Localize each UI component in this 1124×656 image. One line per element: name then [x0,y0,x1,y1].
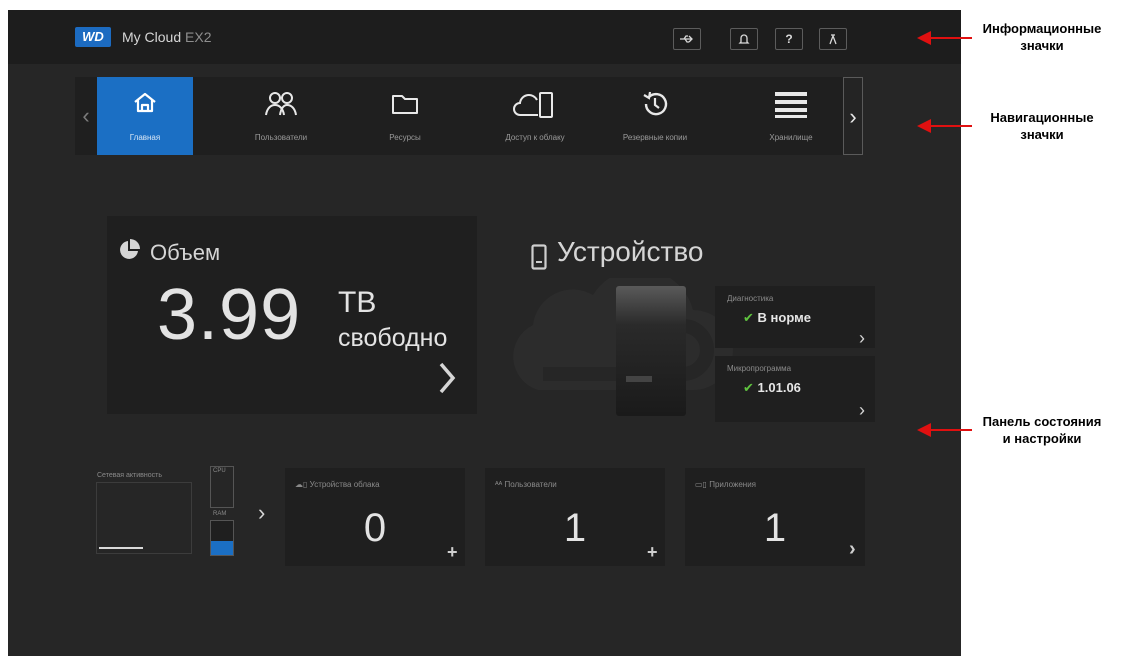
storage-icon [743,89,839,121]
dashboard: WD My Cloud EX2 ? ‹ Главная Пользователи… [8,10,961,656]
capacity-free-label: свободно [338,324,448,352]
diagnostics-chevron-icon[interactable]: › [859,328,865,349]
device-title: Устройство [557,236,704,267]
firmware-card[interactable]: Микропрограмма ✔ 1.01.06 › [715,356,875,422]
tile-users-label: Пользователи [504,480,557,489]
annotation-info-icons: Информационные значки [967,20,1117,54]
nav-label-home: Главная [129,133,161,142]
nav-item-backups[interactable]: Резервные копии [607,77,703,155]
capacity-panel[interactable]: Объем 3.99 TB свободно [107,216,477,414]
tile-users[interactable]: ᴬᴬ Пользователи 1 + [485,468,665,566]
firmware-label: Микропрограмма [727,364,792,373]
usb-icon[interactable] [673,28,701,50]
apps-small-icon: ▭▯ [695,480,707,489]
tile-users-value: 1 [563,506,587,550]
firmware-status: ✔ 1.01.06 [743,380,801,396]
nav-prev-button[interactable]: ‹ [75,77,97,155]
nav-label-backups: Резервные копии [622,133,688,142]
firmware-value: 1.01.06 [757,380,801,395]
tile-apps-label: Приложения [709,480,757,489]
user-account-icon[interactable] [819,28,847,50]
apps-chevron-icon[interactable]: › [849,538,856,561]
nav-label-storage: Хранилище [769,133,813,142]
nav-item-users[interactable]: Пользователи [233,77,329,155]
annotation-info-line1: Информационные [982,21,1102,36]
ram-label: RAM [213,511,227,517]
activity-panel[interactable]: Сетевая активность CPU RAM › [92,462,276,564]
activity-chevron-icon[interactable]: › [258,500,265,526]
users-icon [233,89,329,121]
ok-check-icon: ✔ [743,380,754,395]
diagnostics-card[interactable]: Диагностика ✔ В норме › [715,286,875,348]
tile-users-header: ᴬᴬ Пользователи [495,480,655,489]
capacity-title: Объем [150,240,221,265]
device-icon [531,244,547,275]
cloud-device-small-icon: ☁▯ [295,480,308,489]
nav-label-users: Пользователи [254,133,308,142]
folder-icon [357,89,453,121]
annotation-nav-line2: значки [1020,127,1064,142]
annotation-nav-line1: Навигационные [990,110,1094,125]
tile-apps-value: 1 [763,506,787,550]
add-cloud-device-button[interactable]: + [447,542,458,563]
ram-level-bar [211,541,233,555]
app-title: My Cloud EX2 [122,29,212,45]
arrow-status-line [928,429,972,431]
annotation-status-line2: и настройки [1002,431,1082,446]
arrow-info-line [928,37,972,39]
nav-next-button[interactable]: › [843,77,863,155]
capacity-unit: TB [338,286,377,319]
diagnostics-value: В норме [757,310,811,325]
capacity-more-chevron-icon[interactable] [437,361,457,400]
nav-item-storage[interactable]: Хранилище [743,77,839,155]
users-small-icon: ᴬᴬ [495,480,503,489]
annotation-status-line1: Панель состояния [982,414,1102,429]
nav-item-cloud-access[interactable]: Доступ к облаку [487,77,583,155]
activity-label: Сетевая активность [97,472,162,479]
device-panel: Устройство Диагностика ✔ В норме › Микро… [493,216,878,428]
annotation-nav-icons: Навигационные значки [967,109,1117,143]
history-icon [607,89,703,121]
app-title-suffix: EX2 [185,29,212,45]
annotation-status-panel: Панель состояния и настройки [967,413,1117,447]
ok-check-icon: ✔ [743,310,754,325]
firmware-chevron-icon[interactable]: › [859,400,865,421]
nav-item-home[interactable]: Главная [97,77,193,155]
app-title-main: My Cloud [122,29,182,45]
help-icon[interactable]: ? [775,28,803,50]
tile-cloud-devices-label: Устройства облака [309,480,380,489]
pie-chart-icon [119,238,141,265]
wd-logo[interactable]: WD [75,27,111,47]
annotation-info-line2: значки [1020,38,1064,53]
top-bar: WD My Cloud EX2 ? [8,10,961,64]
ram-meter: RAM [210,511,234,556]
bell-icon[interactable] [730,28,758,50]
device-led-panel [626,376,652,382]
tile-cloud-devices[interactable]: ☁▯ Устройства облака 0 + [285,468,465,566]
tile-apps[interactable]: ▭▯ Приложения 1 › [685,468,865,566]
home-icon [97,89,193,121]
nav-bar: ‹ Главная Пользователи Ресурсы Доступ к … [75,77,863,155]
nas-device-image [616,286,686,416]
add-user-button[interactable]: + [647,542,658,563]
diagnostics-status: ✔ В норме [743,310,811,326]
activity-graph [96,482,192,554]
diagnostics-label: Диагностика [727,294,774,303]
cpu-label: CPU [213,468,226,474]
cloud-device-icon [487,89,583,121]
tile-cloud-devices-value: 0 [363,506,387,550]
activity-line [99,547,143,549]
arrow-nav-line [928,125,972,127]
nav-label-cloud-access: Доступ к облаку [505,133,565,142]
nav-label-shares: Ресурсы [389,133,421,142]
cpu-meter: CPU [210,466,234,508]
capacity-value: 3.99 [157,275,302,355]
tile-apps-header: ▭▯ Приложения [695,480,855,489]
nav-item-shares[interactable]: Ресурсы [357,77,453,155]
tile-cloud-devices-header: ☁▯ Устройства облака [295,480,455,489]
